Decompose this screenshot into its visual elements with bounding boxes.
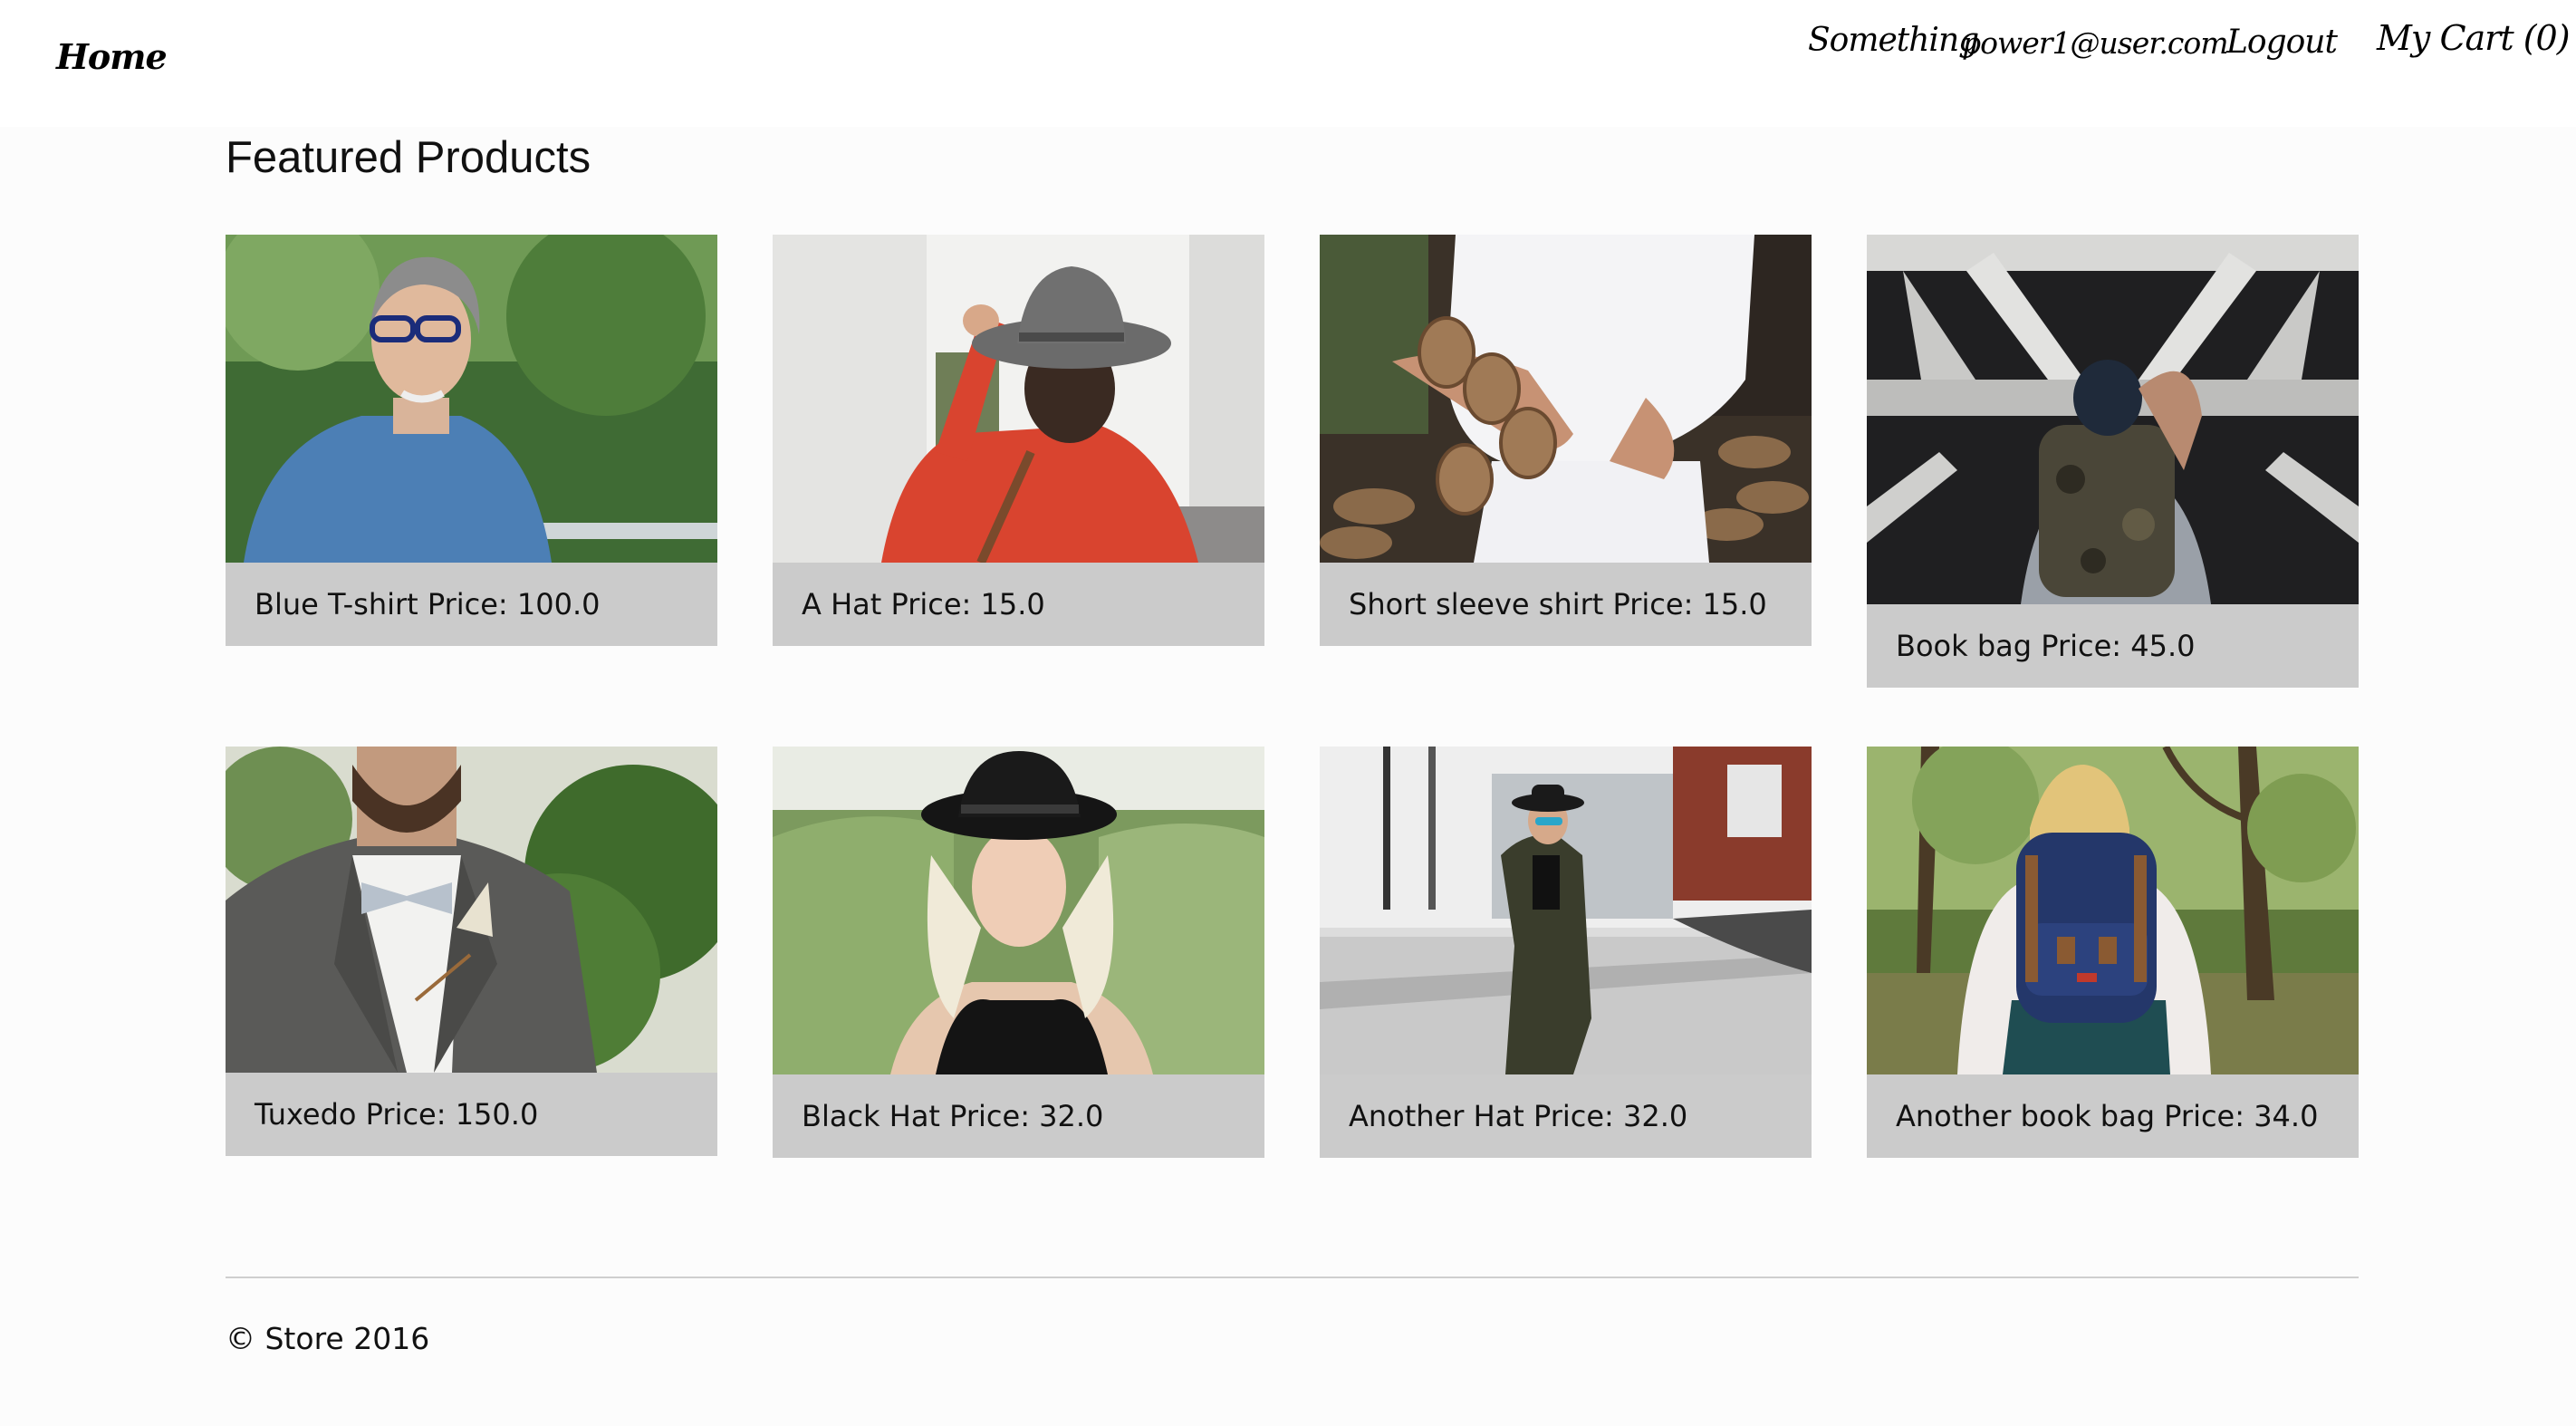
product-price: 45.0	[2130, 629, 2196, 663]
product-name: Another book bag	[1896, 1099, 2155, 1133]
product-image[interactable]	[773, 747, 1264, 1074]
product-name: Black Hat	[802, 1099, 940, 1133]
product-card[interactable]: Blue T-shirt Price: 100.0	[226, 235, 717, 646]
product-price: 34.0	[2254, 1099, 2319, 1133]
product-card[interactable]: Another Hat Price: 32.0	[1320, 747, 1812, 1158]
price-label: Price:	[1533, 1099, 1614, 1133]
product-price: 32.0	[1623, 1099, 1688, 1133]
product-name: A Hat	[802, 587, 882, 621]
price-label: Price:	[2041, 629, 2122, 663]
product-card[interactable]: Tuxedo Price: 150.0	[226, 747, 717, 1156]
product-image[interactable]	[1867, 235, 2359, 604]
product-card[interactable]: Another book bag Price: 34.0	[1867, 747, 2359, 1158]
product-caption: Black Hat Price: 32.0	[773, 1074, 1264, 1158]
product-caption: Another Hat Price: 32.0	[1320, 1074, 1812, 1158]
price-label: Price:	[949, 1099, 1030, 1133]
product-name: Tuxedo	[255, 1097, 357, 1132]
product-image[interactable]	[1320, 747, 1812, 1074]
price-label: Price:	[890, 587, 972, 621]
product-caption: Another book bag Price: 34.0	[1867, 1074, 2359, 1158]
product-price: 150.0	[455, 1097, 539, 1132]
product-name: Blue T-shirt	[255, 587, 418, 621]
product-card[interactable]: A Hat Price: 15.0	[773, 235, 1264, 646]
product-price: 32.0	[1039, 1099, 1104, 1133]
page-title: Featured Products	[226, 133, 591, 182]
product-card[interactable]: Short sleeve shirt Price: 15.0	[1320, 235, 1812, 646]
product-image[interactable]	[773, 235, 1264, 563]
price-label: Price:	[365, 1097, 447, 1132]
product-card[interactable]: Black Hat Price: 32.0	[773, 747, 1264, 1158]
price-label: Price:	[427, 587, 508, 621]
product-price: 15.0	[1702, 587, 1767, 621]
product-image[interactable]	[226, 235, 717, 563]
product-image[interactable]	[1867, 747, 2359, 1074]
product-image[interactable]	[1320, 235, 1812, 563]
footer-copyright: © Store 2016	[226, 1321, 430, 1356]
product-caption: Book bag Price: 45.0	[1867, 604, 2359, 688]
product-caption: Tuxedo Price: 150.0	[226, 1073, 717, 1156]
product-caption: Short sleeve shirt Price: 15.0	[1320, 563, 1812, 646]
price-label: Price:	[1612, 587, 1694, 621]
product-card[interactable]: Book bag Price: 45.0	[1867, 235, 2359, 688]
product-image[interactable]	[226, 747, 717, 1073]
nav-something-link[interactable]: Something	[1808, 22, 1979, 59]
product-name: Short sleeve shirt	[1349, 587, 1604, 621]
price-label: Price:	[2164, 1099, 2245, 1133]
nav-logout-link[interactable]: Logout	[2226, 24, 2338, 61]
nav-user-email-link[interactable]: power1@user.com	[1962, 25, 2229, 61]
product-price: 15.0	[980, 587, 1045, 621]
product-caption: A Hat Price: 15.0	[773, 563, 1264, 646]
footer-divider	[226, 1277, 2359, 1278]
product-name: Book bag	[1896, 629, 2033, 663]
nav-home-link[interactable]: Home	[56, 36, 168, 77]
product-name: Another Hat	[1349, 1099, 1524, 1133]
top-nav: Home Something power1@user.com Logout My…	[0, 0, 2576, 127]
product-caption: Blue T-shirt Price: 100.0	[226, 563, 717, 646]
nav-cart-link[interactable]: My Cart (0)	[2377, 18, 2571, 58]
product-price: 100.0	[516, 587, 601, 621]
